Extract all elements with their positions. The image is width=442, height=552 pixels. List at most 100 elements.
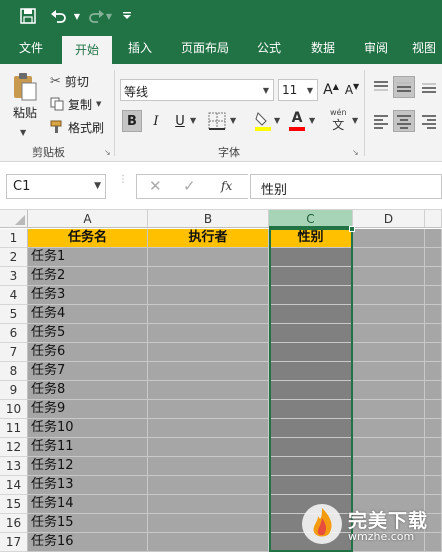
clipboard-launcher-icon[interactable]: ↘ [104, 148, 111, 157]
cell-b9[interactable] [148, 381, 269, 400]
cell-c4[interactable] [269, 286, 353, 305]
row-header[interactable]: 3 [0, 267, 28, 286]
cell-d12[interactable] [353, 438, 425, 457]
customize-icon[interactable] [120, 6, 134, 26]
align-center-icon[interactable] [393, 110, 415, 132]
chevron-down-icon[interactable]: ▼ [303, 80, 317, 100]
align-left-icon[interactable] [372, 112, 390, 133]
cell-b10[interactable] [148, 400, 269, 419]
shrink-font-button[interactable]: A ▼ [343, 80, 361, 100]
chevron-down-icon[interactable]: ▼ [94, 181, 101, 191]
font-color-icon[interactable]: A [288, 110, 306, 132]
cell-d6[interactable] [353, 324, 425, 343]
cell-c7[interactable] [269, 343, 353, 362]
cell-c11[interactable] [269, 419, 353, 438]
tab-page-layout[interactable]: 页面布局 [168, 32, 242, 64]
row-header[interactable]: 11 [0, 419, 28, 438]
cell-c10[interactable] [269, 400, 353, 419]
row-header[interactable]: 16 [0, 514, 28, 533]
tab-file[interactable]: 文件 [6, 32, 56, 64]
cell-b17[interactable] [148, 533, 269, 552]
underline-dropdown-icon[interactable]: ▼ [190, 116, 196, 125]
bold-button[interactable]: B [122, 110, 142, 132]
cell-d3[interactable] [353, 267, 425, 286]
cell-d14[interactable] [353, 476, 425, 495]
cell-d7[interactable] [353, 343, 425, 362]
cell-b3[interactable] [148, 267, 269, 286]
row-header[interactable]: 13 [0, 457, 28, 476]
name-box[interactable]: C1 ▼ [6, 174, 106, 199]
cell-b13[interactable] [148, 457, 269, 476]
row-header[interactable]: 4 [0, 286, 28, 305]
cell-e2[interactable] [425, 248, 442, 267]
borders-dropdown-icon[interactable]: ▼ [230, 116, 236, 125]
undo-icon[interactable] [48, 6, 70, 26]
cell-a1[interactable]: 任务名 [28, 229, 148, 248]
copy-dropdown-icon[interactable]: ▼ [96, 100, 101, 108]
chevron-down-icon[interactable]: ▼ [259, 80, 273, 100]
select-all-button[interactable] [0, 210, 28, 228]
cell-e4[interactable] [425, 286, 442, 305]
cell-a12[interactable]: 任务11 [28, 438, 148, 457]
row-header[interactable]: 12 [0, 438, 28, 457]
cell-a2[interactable]: 任务1 [28, 248, 148, 267]
cell-d5[interactable] [353, 305, 425, 324]
cell-a5[interactable]: 任务4 [28, 305, 148, 324]
tab-data[interactable]: 数据 [298, 32, 348, 64]
align-right-icon[interactable] [420, 112, 438, 133]
tab-formulas[interactable]: 公式 [246, 32, 292, 64]
cell-e6[interactable] [425, 324, 442, 343]
tab-home[interactable]: 开始 [62, 36, 112, 64]
resize-handle-icon[interactable]: ⋮ [118, 175, 128, 185]
formula-input[interactable]: 性别 [250, 174, 442, 199]
cell-d4[interactable] [353, 286, 425, 305]
cell-e9[interactable] [425, 381, 442, 400]
cell-c14[interactable] [269, 476, 353, 495]
cell-e3[interactable] [425, 267, 442, 286]
cell-d8[interactable] [353, 362, 425, 381]
cell-b2[interactable] [148, 248, 269, 267]
cell-e5[interactable] [425, 305, 442, 324]
row-header[interactable]: 5 [0, 305, 28, 324]
paste-button[interactable]: 粘贴 [8, 72, 42, 126]
cell-a9[interactable]: 任务8 [28, 381, 148, 400]
cell-c8[interactable] [269, 362, 353, 381]
cell-e1[interactable] [425, 229, 442, 248]
undo-dropdown-icon[interactable]: ▼ [72, 6, 82, 26]
cell-a15[interactable]: 任务14 [28, 495, 148, 514]
column-header-a[interactable]: A [28, 210, 148, 228]
phonetic-guide-icon[interactable]: wén 文 [330, 108, 347, 131]
cell-e8[interactable] [425, 362, 442, 381]
cell-d1[interactable] [353, 229, 425, 248]
cell-a6[interactable]: 任务5 [28, 324, 148, 343]
fill-handle[interactable] [349, 226, 355, 232]
borders-icon[interactable] [208, 112, 226, 133]
cell-a17[interactable]: 任务16 [28, 533, 148, 552]
grow-font-button[interactable]: A ▲ [322, 80, 340, 100]
cell-b14[interactable] [148, 476, 269, 495]
cell-e11[interactable] [425, 419, 442, 438]
cell-b11[interactable] [148, 419, 269, 438]
row-header[interactable]: 7 [0, 343, 28, 362]
cut-button[interactable]: ✂ 剪切 [50, 72, 89, 90]
cell-a13[interactable]: 任务12 [28, 457, 148, 476]
cell-b1[interactable]: 执行者 [148, 229, 269, 248]
cell-c9[interactable] [269, 381, 353, 400]
column-header-e[interactable] [425, 210, 442, 228]
cell-e7[interactable] [425, 343, 442, 362]
cell-a3[interactable]: 任务2 [28, 267, 148, 286]
cell-e14[interactable] [425, 476, 442, 495]
cell-b5[interactable] [148, 305, 269, 324]
copy-button[interactable]: 复制 ▼ [50, 95, 101, 113]
font-color-dropdown-icon[interactable]: ▼ [309, 116, 315, 125]
cell-e10[interactable] [425, 400, 442, 419]
align-middle-icon[interactable] [393, 76, 415, 98]
cell-b7[interactable] [148, 343, 269, 362]
cell-c5[interactable] [269, 305, 353, 324]
cell-c13[interactable] [269, 457, 353, 476]
cell-d11[interactable] [353, 419, 425, 438]
cell-d2[interactable] [353, 248, 425, 267]
row-header[interactable]: 6 [0, 324, 28, 343]
font-launcher-icon[interactable]: ↘ [352, 148, 359, 157]
cell-b8[interactable] [148, 362, 269, 381]
